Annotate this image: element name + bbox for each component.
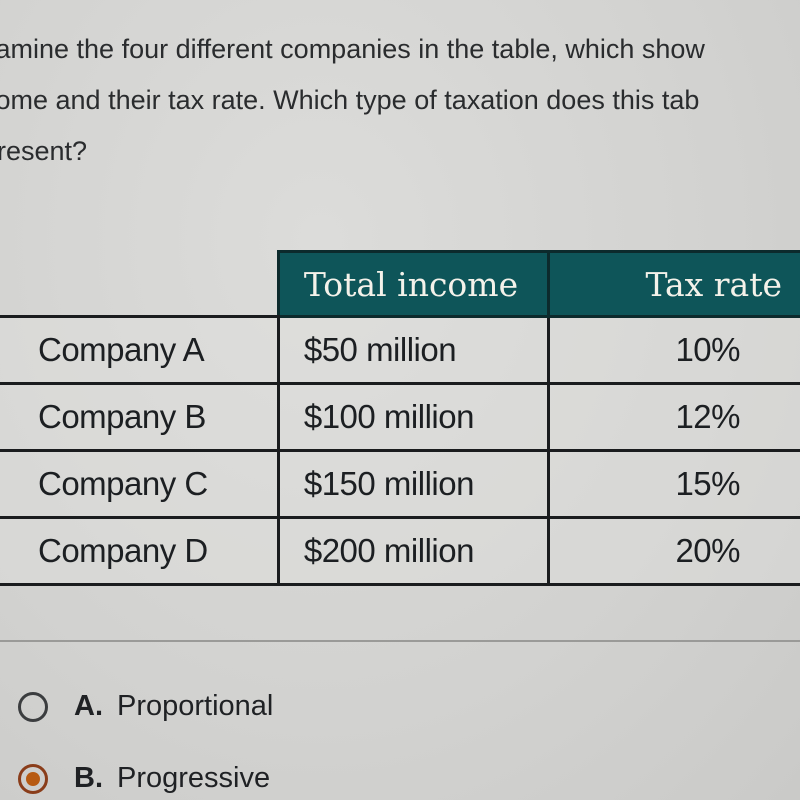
option-letter: A.	[74, 690, 103, 722]
table-row: Company B $100 million 12%	[0, 382, 800, 452]
header-tax-rate: Tax rate	[547, 250, 800, 318]
option-a[interactable]: A. Proportional	[18, 690, 273, 723]
question-line-3: present?	[0, 136, 88, 166]
header-total-income: Total income	[276, 250, 551, 318]
header-blank	[0, 251, 279, 318]
table-row: Company D $200 million 20%	[0, 516, 800, 586]
tax-table: Total income Tax rate Company A $50 mill…	[0, 250, 800, 586]
tax-rate: 15%	[547, 449, 800, 519]
total-income: $100 million	[276, 382, 551, 452]
option-label: Progressive	[117, 762, 271, 794]
company-name: Company C	[0, 449, 280, 519]
option-label: Proportional	[117, 690, 274, 722]
question-line-2: come and their tax rate. Which type of t…	[0, 85, 700, 115]
company-name: Company A	[0, 315, 280, 385]
tax-rate: 12%	[547, 382, 800, 452]
radio-unselected-icon[interactable]	[18, 691, 48, 722]
question-line-1: xamine the four different companies in t…	[0, 34, 705, 64]
total-income: $200 million	[276, 516, 551, 586]
option-letter: B.	[74, 762, 103, 794]
company-name: Company D	[0, 516, 280, 586]
table-header-row: Total income Tax rate	[0, 250, 800, 318]
tax-rate: 10%	[547, 315, 800, 385]
question-text: xamine the four different companies in t…	[0, 24, 800, 177]
total-income: $50 million	[276, 315, 551, 385]
total-income: $150 million	[276, 449, 551, 519]
section-divider	[0, 640, 800, 642]
radio-selected-icon[interactable]	[18, 763, 48, 794]
company-name: Company B	[0, 382, 280, 452]
tax-rate: 20%	[547, 516, 800, 586]
option-b[interactable]: B. Progressive	[18, 762, 270, 795]
table-row: Company C $150 million 15%	[0, 449, 800, 519]
table-row: Company A $50 million 10%	[0, 315, 800, 385]
